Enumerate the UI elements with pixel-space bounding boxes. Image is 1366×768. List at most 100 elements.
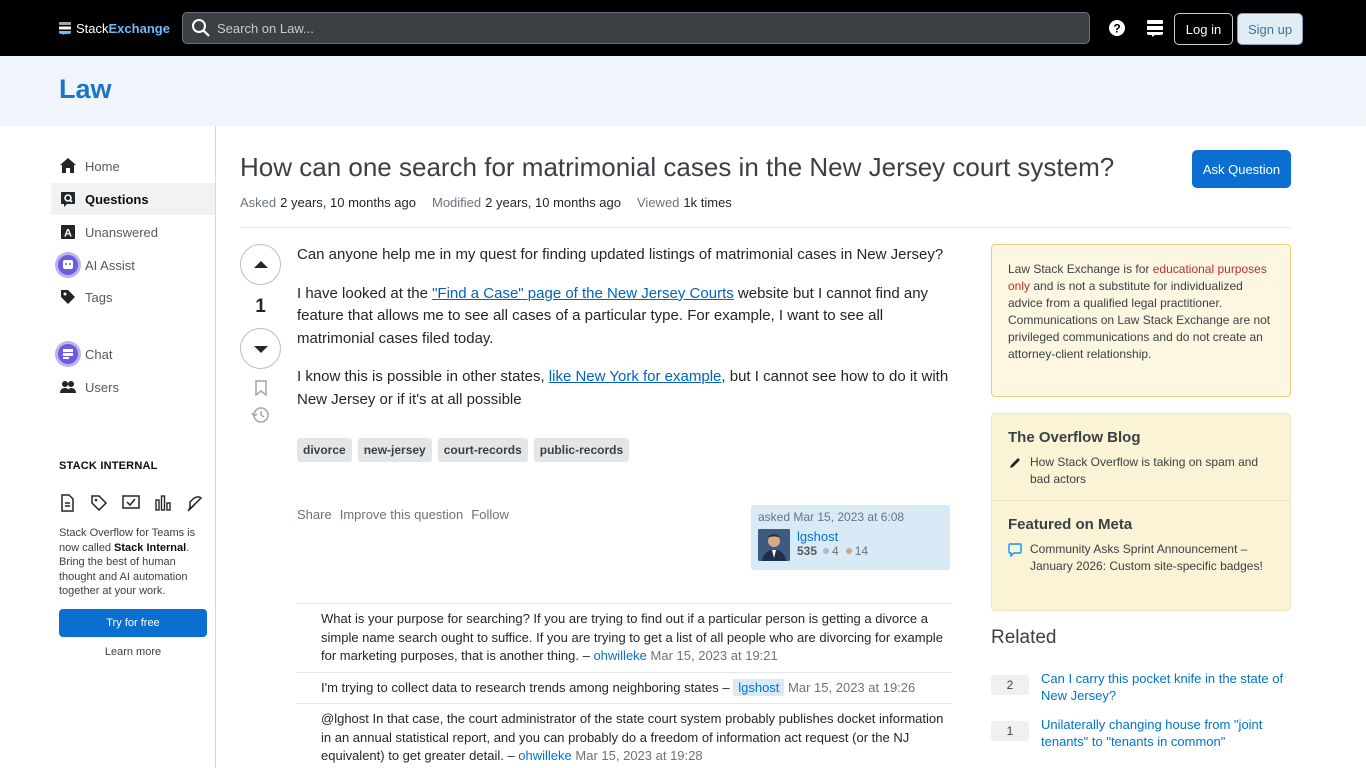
meta-title: Featured on Meta [1008, 516, 1133, 533]
related-item: 2 Can I carry this pocket knife in the s… [991, 670, 1291, 704]
comment: @lghost In that case, the court administ… [297, 704, 951, 768]
comment-user[interactable]: lgshost [733, 678, 785, 696]
asker-card: asked Mar 15, 2023 at 6:08 lgshost 535 4… [751, 505, 950, 570]
nav-item-ai-assist[interactable]: AI Assist [51, 249, 215, 281]
meta-item[interactable]: Community Asks Sprint Announcement – Jan… [992, 541, 1290, 579]
questions-icon [59, 190, 77, 208]
svg-text:A: A [64, 228, 72, 240]
top-bar: Stack Exchange ? Log in Sign up [0, 0, 1366, 56]
stackexchange-logo[interactable]: Stack Exchange [58, 18, 170, 38]
comment-user[interactable]: ohwilleke [593, 648, 646, 663]
history-icon [250, 407, 269, 423]
question-body: Can anyone help me in my quest for findi… [297, 244, 951, 427]
bookmark-button[interactable] [240, 379, 281, 397]
site-switcher-icon[interactable] [1144, 17, 1166, 39]
tag-list: divorce new-jersey court-records public-… [297, 438, 630, 462]
search-box [182, 12, 1090, 44]
blog-item[interactable]: How Stack Overflow is taking on spam and… [992, 454, 1290, 500]
nav-item-tags[interactable]: Tags [51, 281, 215, 313]
tag-divorce[interactable]: divorce [297, 438, 352, 462]
asked-time: 2 years, 10 months ago [280, 195, 416, 210]
logo-text-stack: Stack [76, 20, 109, 36]
help-icon[interactable]: ? [1106, 17, 1128, 39]
tag-outline-icon [90, 494, 108, 512]
nav-label: Home [85, 158, 120, 174]
overflow-blog-widget: The Overflow Blog How Stack Overflow is … [991, 413, 1291, 611]
related-title: Related [991, 627, 1057, 648]
search-input[interactable] [217, 20, 1077, 36]
question-meta: Asked 2 years, 10 months ago Modified 2 ye… [240, 195, 732, 210]
learn-more-link[interactable]: Learn more [59, 646, 207, 658]
upvote-button[interactable] [240, 244, 281, 285]
divider [240, 227, 1291, 228]
arrow-down-icon [253, 345, 268, 353]
site-name[interactable]: Law [59, 74, 112, 105]
nav-label: Tags [85, 289, 113, 305]
avatar[interactable] [758, 529, 790, 561]
asked-date: asked Mar 15, 2023 at 6:08 [758, 510, 905, 524]
stackexchange-logo-icon [59, 22, 71, 35]
speech-bubble-icon [1008, 541, 1022, 575]
comment-date[interactable]: Mar 15, 2023 at 19:28 [575, 748, 702, 763]
modified-time[interactable]: 2 years, 10 months ago [485, 195, 621, 210]
document-icon [58, 494, 76, 512]
tag-new-jersey[interactable]: new-jersey [357, 438, 432, 462]
related-item: 1 Unilaterally changing house from "join… [991, 716, 1291, 750]
unanswered-icon: A [59, 223, 77, 241]
nav-label: AI Assist [85, 257, 135, 273]
related-link[interactable]: Unilaterally changing house from "joint … [1041, 716, 1291, 750]
comment-user[interactable]: ohwilleke [518, 748, 571, 763]
silver-badge-icon [823, 548, 830, 554]
stack-internal-title: STACK INTERNAL [59, 460, 158, 472]
tag-public-records[interactable]: public-records [533, 438, 630, 462]
asker-name[interactable]: lgshost [797, 529, 868, 544]
try-for-free-button[interactable]: Try for free [59, 609, 207, 637]
nav-item-questions[interactable]: Questions [51, 183, 215, 215]
check-box-icon [122, 494, 140, 512]
stack-internal-description: Stack Overflow for Teams is now called S… [59, 527, 196, 597]
find-a-case-link[interactable]: "Find a Case" page of the New Jersey Cou… [432, 285, 734, 302]
comment: What is your purpose for searching? If y… [297, 604, 951, 673]
blog-title: The Overflow Blog [1008, 429, 1141, 446]
related-link[interactable]: Can I carry this pocket knife in the sta… [1041, 670, 1291, 704]
comment: I'm trying to collect data to research t… [297, 673, 951, 704]
nav-label: Unanswered [85, 224, 158, 240]
improve-question-link[interactable]: Improve this question [340, 507, 464, 522]
share-link[interactable]: Share [297, 507, 332, 522]
arrow-up-icon [253, 260, 268, 268]
comment-date[interactable]: Mar 15, 2023 at 19:21 [651, 648, 778, 663]
nav-item-unanswered[interactable]: A Unanswered [51, 216, 215, 248]
left-sidebar: Home Questions A Unanswered AI Assist Ta… [0, 126, 216, 768]
question-title[interactable]: How can one search for matrimonial cases… [240, 152, 1160, 183]
follow-link[interactable]: Follow [471, 507, 509, 522]
users-icon [59, 378, 77, 396]
site-header: Law [0, 56, 1366, 126]
history-button[interactable] [240, 405, 281, 425]
stack-internal-icons [58, 494, 204, 512]
body-paragraph: I have looked at the "Find a Case" page … [297, 284, 929, 347]
view-count: 1k times [683, 195, 732, 210]
related-score: 1 [991, 721, 1029, 741]
tag-court-records[interactable]: court-records [437, 438, 528, 462]
signup-button[interactable]: Sign up [1237, 13, 1303, 45]
bar-chart-icon [154, 494, 172, 512]
login-button[interactable]: Log in [1174, 13, 1233, 45]
ask-question-button[interactable]: Ask Question [1192, 150, 1291, 188]
ai-assist-icon [54, 251, 82, 279]
nav-item-home[interactable]: Home [51, 150, 215, 182]
nav-label: Chat [85, 346, 113, 362]
comment-list: What is your purpose for searching? If y… [297, 603, 951, 768]
nav-item-chat[interactable]: Chat [51, 338, 215, 370]
tag-icon [59, 288, 77, 306]
bookmark-icon [254, 380, 267, 397]
nav-label: Questions [85, 191, 149, 207]
bronze-badge-icon [845, 548, 852, 554]
body-paragraph: I know this is possible in other states,… [297, 368, 949, 408]
feather-icon [186, 494, 204, 512]
downvote-button[interactable] [240, 328, 281, 369]
comment-date[interactable]: Mar 15, 2023 at 19:26 [788, 680, 915, 695]
chat-icon [54, 340, 82, 368]
pencil-icon [1008, 454, 1022, 488]
nav-item-users[interactable]: Users [51, 371, 215, 403]
new-york-link[interactable]: like New York for example [549, 368, 722, 385]
